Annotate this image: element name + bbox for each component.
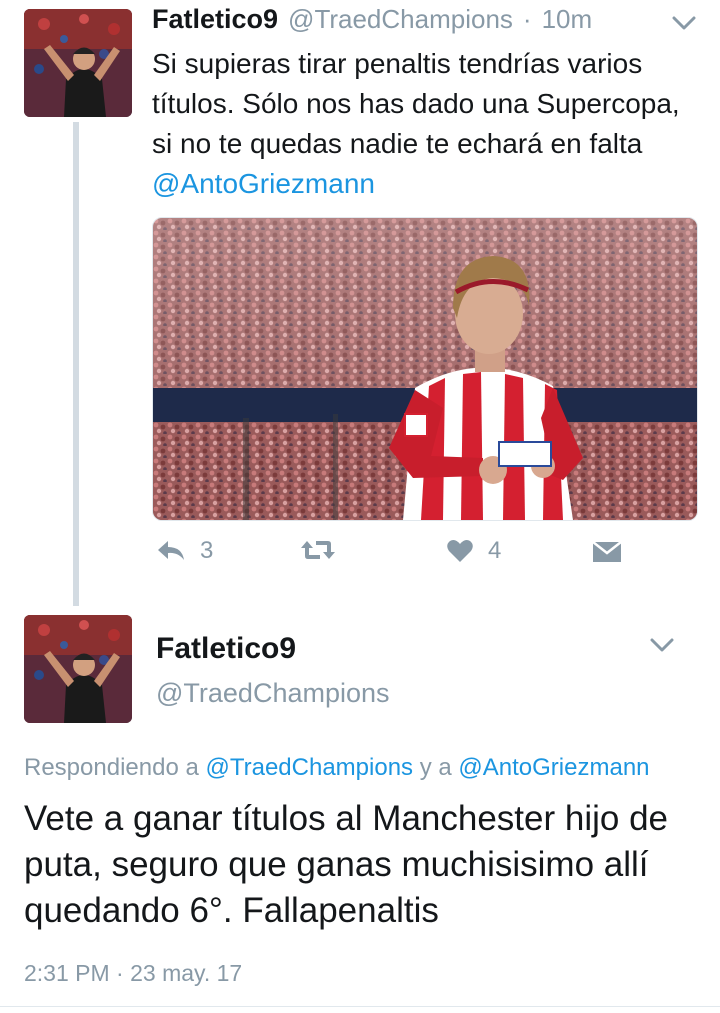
replying-conjunction: y a bbox=[419, 754, 452, 781]
separator: · bbox=[116, 960, 124, 986]
retweet-button[interactable] bbox=[300, 537, 336, 563]
replying-to: Respondiendo a @TraedChampions y a @Anto… bbox=[24, 754, 650, 782]
reply-icon bbox=[158, 541, 184, 560]
replying-user-link[interactable]: @AntoGriezmann bbox=[458, 754, 649, 781]
tweet-text: Si supieras tirar penaltis tendrías vari… bbox=[152, 44, 682, 204]
tweet-header: Fatletico9 @TraedChampions · 10m bbox=[152, 4, 592, 40]
like-count: 4 bbox=[488, 537, 502, 564]
timestamp[interactable]: 2:31 PM bbox=[24, 960, 110, 986]
handle[interactable]: @TraedChampions bbox=[288, 4, 513, 35]
direct-message-icon bbox=[592, 541, 622, 562]
date[interactable]: 23 may. 17 bbox=[130, 960, 242, 986]
tweet-text: Vete a ganar títulos al Manchester hijo … bbox=[24, 799, 669, 930]
like-button[interactable]: 4 bbox=[446, 537, 501, 565]
retweet-icon bbox=[301, 541, 335, 559]
thread-connector-line bbox=[73, 122, 79, 606]
reply-count: 3 bbox=[200, 537, 214, 564]
heart-icon bbox=[447, 540, 473, 562]
separator: · bbox=[522, 4, 532, 34]
replying-prefix: Respondiendo a bbox=[24, 754, 199, 781]
divider bbox=[0, 1006, 720, 1007]
direct-message-button[interactable] bbox=[592, 540, 622, 564]
avatar[interactable] bbox=[24, 615, 132, 723]
display-name[interactable]: Fatletico9 bbox=[152, 4, 278, 35]
timestamp[interactable]: 10m bbox=[542, 4, 593, 35]
chevron-down-icon[interactable] bbox=[650, 638, 674, 657]
reply-button[interactable]: 3 bbox=[156, 537, 213, 565]
display-name[interactable]: Fatletico9 bbox=[156, 632, 296, 666]
handle[interactable]: @TraedChampions bbox=[156, 678, 390, 709]
mention-link[interactable]: @AntoGriezmann bbox=[152, 168, 375, 199]
tweet-meta: 2:31 PM · 23 may. 17 bbox=[24, 960, 242, 987]
tweet-body: Si supieras tirar penaltis tendrías vari… bbox=[152, 48, 680, 159]
replying-user-link[interactable]: @TraedChampions bbox=[205, 754, 413, 781]
tweet-photo[interactable] bbox=[152, 217, 698, 521]
avatar[interactable] bbox=[24, 9, 132, 117]
chevron-down-icon[interactable] bbox=[672, 16, 696, 35]
